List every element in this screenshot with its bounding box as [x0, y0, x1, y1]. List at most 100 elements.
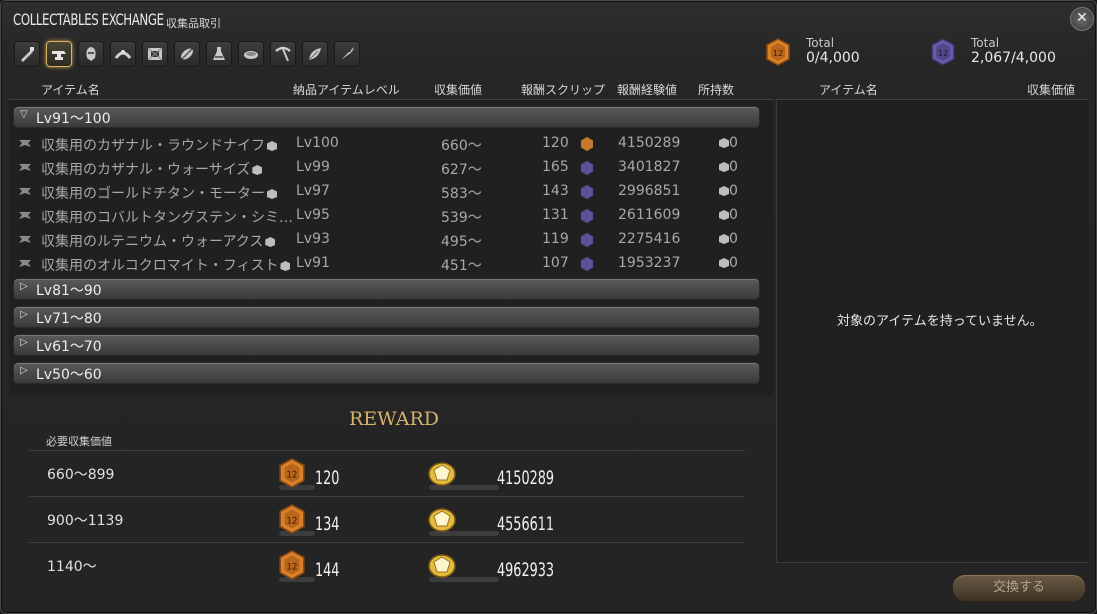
collectable-icon	[19, 140, 31, 147]
item-level: Lv91	[296, 255, 330, 271]
reward-title: REWARD	[349, 408, 440, 430]
cube-icon	[719, 258, 729, 268]
group-label: Lv61～70	[36, 339, 102, 355]
item-owned: 0	[729, 231, 738, 247]
cube-icon	[267, 141, 277, 151]
required-collectability-label: 必要収集価値	[46, 435, 112, 448]
item-name: 収集用のルテニウム・ウォーアクス	[41, 234, 264, 250]
goldsmith-tab-icon[interactable]	[110, 41, 136, 67]
reward-scrip: 120	[315, 467, 340, 489]
exchange-button[interactable]: 交換する	[952, 574, 1086, 602]
item-row[interactable]: 収集用のコバルトタングステン・シミ… Lv95 539～ 131 2611609…	[13, 204, 758, 228]
botanist-tab-icon[interactable]	[302, 41, 328, 67]
item-collectability: 583～	[441, 186, 482, 202]
item-owned: 0	[729, 135, 738, 151]
alchemist-tab-icon[interactable]	[206, 41, 232, 67]
item-name: 収集用のカザナル・ウォーサイズ	[41, 162, 251, 178]
item-scrip: 120	[542, 135, 569, 151]
svg-text:12: 12	[287, 562, 298, 572]
item-collectability: 495～	[441, 234, 482, 250]
collectable-icon	[19, 164, 31, 171]
item-exp: 1953237	[618, 255, 681, 271]
header-owned: 所持数	[698, 83, 735, 97]
group-lv81-90[interactable]: ▷ Lv81～90	[13, 278, 760, 300]
miner-tab-icon[interactable]	[270, 41, 296, 67]
purple-scrip-icon: 12	[931, 38, 955, 66]
item-name: 収集用のオルコクロマイト・フィスト	[41, 258, 279, 274]
item-owned: 0	[729, 159, 738, 175]
divider	[776, 562, 1089, 563]
item-exp: 2611609	[618, 207, 681, 223]
collapsed-arrow-icon: ▷	[20, 309, 28, 320]
armorer-tab-icon[interactable]	[78, 41, 104, 67]
item-name: 収集用のコバルトタングステン・シミ…	[41, 210, 293, 226]
cube-icon	[252, 165, 263, 175]
reward-range: 660～899	[47, 467, 115, 483]
reward-range: 1140～	[47, 559, 97, 575]
collapsed-arrow-icon: ▷	[20, 365, 28, 376]
svg-text:12: 12	[287, 470, 298, 480]
item-owned: 0	[729, 207, 738, 223]
group-lv91-100[interactable]: ▽ Lv91～100	[13, 106, 760, 128]
item-collectability: 539～	[441, 210, 482, 226]
collectable-icon	[19, 260, 31, 267]
leatherworker-tab-icon[interactable]	[142, 41, 168, 67]
orange-scrip-total-label: Total	[806, 36, 835, 50]
header-right-item-name: アイテム名	[819, 83, 878, 97]
expanded-arrow-icon: ▽	[20, 109, 28, 120]
exp-icon	[428, 554, 456, 578]
group-lv61-70[interactable]: ▷ Lv61～70	[13, 334, 760, 356]
purple-scrip-icon	[581, 161, 593, 175]
exp-icon	[428, 508, 456, 532]
group-label: Lv71～80	[36, 311, 102, 327]
collectable-icon	[19, 212, 31, 219]
item-row[interactable]: 収集用のカザナル・ラウンドナイフ Lv100 660～ 120 4150289 …	[13, 132, 758, 156]
item-row[interactable]: 収集用のルテニウム・ウォーアクス Lv93 495～ 119 2275416 0	[13, 228, 758, 252]
carpenter-tab-icon[interactable]	[14, 41, 40, 67]
orange-scrip-icon: 12	[279, 504, 305, 534]
item-level: Lv97	[296, 183, 330, 199]
collectable-icon	[19, 188, 31, 195]
reward-exp: 4962933	[497, 559, 555, 581]
item-name: 収集用のゴールドチタン・モーター	[41, 186, 265, 202]
cube-icon	[719, 162, 729, 172]
culinarian-tab-icon[interactable]	[238, 41, 264, 67]
collectable-icon	[19, 236, 31, 243]
close-icon[interactable]: ✕	[1070, 7, 1094, 31]
fisher-tab-icon[interactable]	[334, 41, 360, 67]
item-collectability: 660～	[441, 138, 482, 154]
item-collectability: 451～	[441, 258, 482, 274]
blacksmith-tab-icon[interactable]	[46, 41, 72, 67]
header-collectability: 収集価値	[434, 83, 483, 97]
purple-scrip-total-value: 2,067/4,000	[971, 50, 1056, 66]
cube-icon	[719, 210, 729, 220]
reward-scrip: 134	[315, 513, 340, 535]
item-name: 収集用のカザナル・ラウンドナイフ	[41, 138, 265, 154]
cube-icon	[265, 237, 276, 247]
group-lv50-60[interactable]: ▷ Lv50～60	[13, 362, 760, 384]
item-level: Lv99	[296, 159, 330, 175]
owned-items-pane	[776, 99, 1089, 563]
svg-text:12: 12	[938, 49, 948, 58]
collapsed-arrow-icon: ▷	[20, 337, 28, 348]
svg-text:12: 12	[287, 516, 298, 526]
reward-exp: 4150289	[497, 467, 555, 489]
purple-scrip-total-label: Total	[971, 36, 1000, 50]
header-reward-scrip: 報酬スクリップ	[521, 83, 606, 97]
group-lv71-80[interactable]: ▷ Lv71～80	[13, 306, 760, 328]
item-level: Lv93	[296, 231, 330, 247]
item-exp: 3401827	[618, 159, 681, 175]
orange-scrip-icon	[581, 137, 593, 151]
group-label: Lv91～100	[36, 111, 111, 127]
item-row[interactable]: 収集用のオルコクロマイト・フィスト Lv91 451～ 107 1953237 …	[13, 252, 758, 276]
purple-scrip-icon	[581, 233, 593, 247]
divider	[29, 496, 745, 497]
item-scrip: 119	[542, 231, 569, 247]
weaver-tab-icon[interactable]	[174, 41, 200, 67]
reward-scrip: 144	[315, 559, 340, 581]
item-level: Lv100	[296, 135, 339, 151]
item-row[interactable]: 収集用のカザナル・ウォーサイズ Lv99 627～ 165 3401827 0	[13, 156, 758, 180]
item-row[interactable]: 収集用のゴールドチタン・モーター Lv97 583～ 143 2996851 0	[13, 180, 758, 204]
cube-icon	[280, 261, 291, 271]
group-label: Lv81～90	[36, 283, 102, 299]
